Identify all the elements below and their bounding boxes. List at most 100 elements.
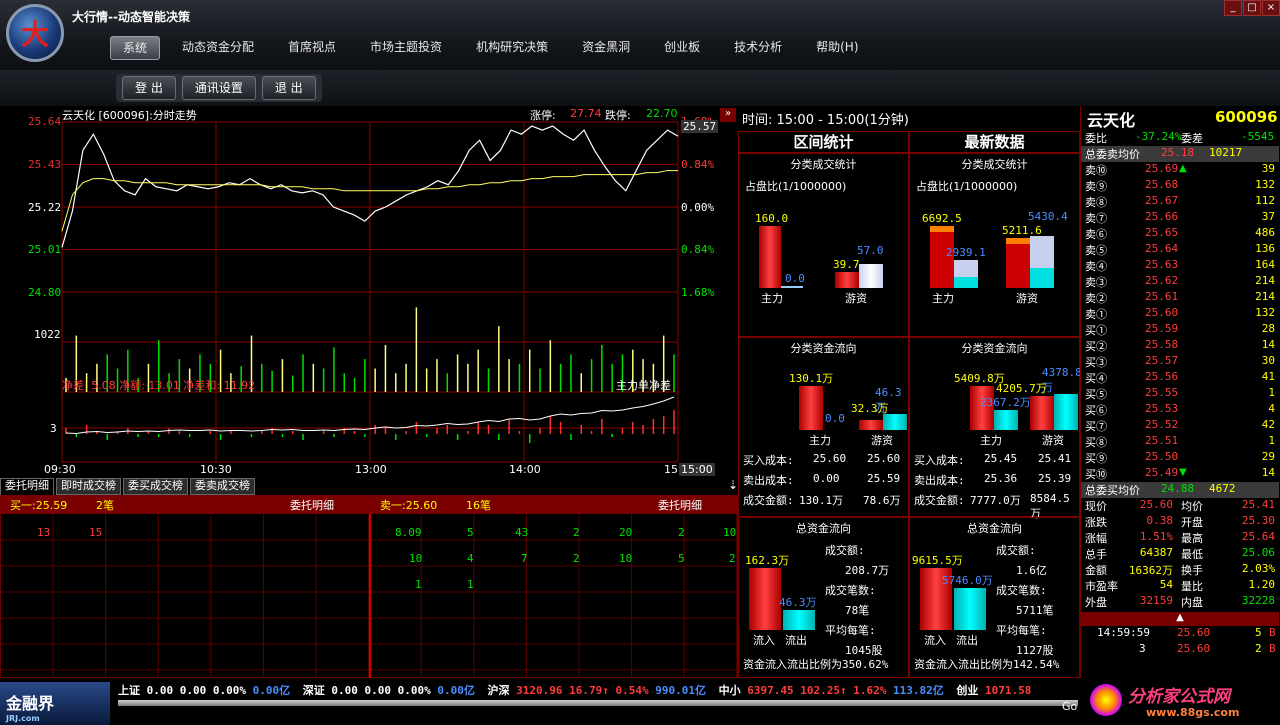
intraday-chart[interactable]: 云天化 [600096]:分时走势 涨停: 27.74 跌停: 22.70 » … [0, 106, 738, 478]
amount-label: 成交金额: [914, 494, 965, 507]
menu-help[interactable]: 帮助(H) [804, 36, 870, 60]
section-title: 分类成交统计 [961, 158, 1028, 171]
ask-level-label: 卖⑤ [1085, 244, 1107, 257]
menu-system[interactable]: 系统 [110, 36, 161, 60]
tick-price: 25.60 [1177, 626, 1211, 639]
ask-level-row[interactable]: 卖⑨ 25.68 132 [1081, 178, 1279, 194]
stat-value: 1.51% [1139, 530, 1173, 543]
stat-row: 现价 25.60 均价 25.41 [1081, 498, 1279, 514]
retail-bar-2 [1030, 236, 1054, 288]
index-change: 0.00 [364, 684, 392, 697]
ask-level-row[interactable]: 卖⑦ 25.66 37 [1081, 210, 1279, 226]
bid-level-row[interactable]: 买⑦ 25.52 42 [1081, 418, 1279, 434]
order-grid: 13 15 8.09 5 43 2 20 2 10 10 4 7 2 10 5 … [0, 513, 739, 679]
main-label: 主力 [932, 292, 954, 305]
collapse-arrow-icon[interactable]: ▲ [1081, 612, 1279, 626]
chart-header: 云天化 [600096]:分时走势 [62, 109, 197, 122]
ask-level-row[interactable]: 卖③ 25.62 214 [1081, 274, 1279, 290]
stat-value: 25.41 [1241, 498, 1275, 511]
order-ratio-label: 委比 [1085, 132, 1107, 145]
stock-code: 600096 [1215, 108, 1278, 126]
bid-level-row[interactable]: 买⑥ 25.53 4 [1081, 402, 1279, 418]
tab-instant-trade[interactable]: 即时成交榜 [56, 478, 121, 495]
bid-volume: 14 [1261, 466, 1275, 479]
scroll-down-icon[interactable]: ⇣ [728, 478, 738, 495]
bid-level-row[interactable]: 买⑧ 25.51 1 [1081, 434, 1279, 450]
fund-flow-right: 分类资金流向 5409.8万 2367.2万 4205.7万 4378.8万 主… [909, 337, 1082, 520]
logout-button[interactable]: 登 出 [122, 76, 176, 100]
close-button[interactable]: × [1262, 0, 1280, 16]
bid-level-label: 买⑦ [1085, 420, 1107, 433]
bid-level-row[interactable]: 买④ 25.56 41 [1081, 370, 1279, 386]
menu-capital-hole[interactable]: 资金黑洞 [570, 36, 642, 60]
exit-button[interactable]: 退 出 [261, 76, 316, 100]
menu-institution[interactable]: 机构研究决策 [464, 36, 560, 60]
limit-down-label: 跌停: [605, 109, 631, 122]
ask-volume: 136 [1255, 242, 1275, 255]
fund-flow-left: 分类资金流向 130.1万 0.0 32.3万 46.3万 主力 游资 买入成本… [738, 337, 909, 517]
chart-canvas [61, 121, 679, 463]
sell-cost-main: 25.36 [984, 472, 1018, 485]
ask-level-row[interactable]: 卖⑥ 25.65 486 [1081, 226, 1279, 242]
menu-capital-allocation[interactable]: 动态资金分配 [170, 36, 266, 60]
stat-row: 外盘 32159 内盘 32228 [1081, 594, 1279, 610]
sell-cost-main: 0.00 [813, 472, 840, 485]
tab-ask-trade[interactable]: 委卖成交榜 [190, 478, 255, 495]
tab-order-detail[interactable]: 委托明细 [0, 478, 54, 495]
trade-count-label: 成交笔数: [825, 584, 876, 597]
bid-level-row[interactable]: 买① 25.59 28 [1081, 322, 1279, 338]
retail-bar [1030, 396, 1054, 430]
ask-total-value: 10217 [1209, 146, 1243, 159]
menu-tech-analysis[interactable]: 技术分析 [722, 36, 794, 60]
stat-value: 2.03% [1241, 562, 1275, 575]
sell-order-cell: 2 [573, 526, 580, 539]
menu-chief-view[interactable]: 首席视点 [276, 36, 348, 60]
ask-level-row[interactable]: 卖① 25.60 132 [1081, 306, 1279, 322]
flow-ratio: 资金流入流出比例为142.54% [914, 658, 1060, 671]
buy-order-cell: 15 [89, 526, 103, 539]
bid-level-row[interactable]: 买② 25.58 14 [1081, 338, 1279, 354]
bid-level-row[interactable]: 买⑨ 25.50 29 [1081, 450, 1279, 466]
menu-gem[interactable]: 创业板 [652, 36, 712, 60]
menu-theme-invest[interactable]: 市场主题投资 [358, 36, 454, 60]
section-title: 分类资金流向 [961, 342, 1028, 355]
ask-level-row[interactable]: 卖④ 25.63 164 [1081, 258, 1279, 274]
maximize-button[interactable]: □ [1243, 0, 1261, 16]
bid-level-label: 买⑨ [1085, 452, 1107, 465]
stat-value: 25.60 [1139, 498, 1173, 511]
main-value: 160.0 [755, 212, 789, 225]
tick-time: 3 [1139, 642, 1146, 655]
trade-class-right: 分类成交统计 占盘比(1/1000000) 6692.5 2939.1 5211… [909, 153, 1080, 337]
bid-level-row[interactable]: 买③ 25.57 30 [1081, 354, 1279, 370]
expand-arrow-icon[interactable]: » [720, 108, 736, 122]
stat-row: 总手 64387 最低 25.06 [1081, 546, 1279, 562]
stat-label: 现价 [1085, 500, 1107, 513]
sell-cost-retail: 25.39 [1038, 472, 1072, 485]
bid-level-label: 买⑤ [1085, 388, 1107, 401]
ticker-scrollbar[interactable] [118, 700, 1078, 706]
stat-label: 外盘 [1085, 596, 1107, 609]
range-stats-title: 区间统计 [738, 131, 909, 153]
detail-tabs: 委托明细 即时成交榜 委买成交榜 委卖成交榜 ⇣ [0, 478, 738, 495]
ask-level-row[interactable]: 卖② 25.61 214 [1081, 290, 1279, 306]
ask-avg-value: 25.18 [1161, 146, 1195, 159]
bid-volume: 4 [1268, 402, 1275, 415]
bid-volume: 42 [1261, 418, 1275, 431]
ask-level-row[interactable]: 卖⑧ 25.67 112 [1081, 194, 1279, 210]
tab-bid-trade[interactable]: 委买成交榜 [123, 478, 188, 495]
bid-level-row[interactable]: 买⑤ 25.55 1 [1081, 386, 1279, 402]
comm-settings-button[interactable]: 通讯设置 [181, 76, 256, 100]
stat-label: 金额 [1085, 564, 1107, 577]
sell-order-cell: 4 [467, 552, 474, 565]
ask-price: 25.62 [1145, 274, 1179, 287]
ask-level-label: 卖③ [1085, 276, 1107, 289]
tick-side: B [1269, 642, 1276, 655]
ask-level-row[interactable]: 卖⑤ 25.64 136 [1081, 242, 1279, 258]
sub-axis-label: 3 [50, 422, 57, 435]
retail-label: 游资 [871, 434, 893, 447]
turnover-label: 成交额: [996, 544, 1036, 557]
stat-label: 内盘 [1181, 596, 1203, 609]
minimize-button[interactable]: _ [1224, 0, 1242, 16]
tick-row: 3 25.60 2 B [1081, 642, 1279, 658]
index-name: 创业 [956, 684, 979, 697]
